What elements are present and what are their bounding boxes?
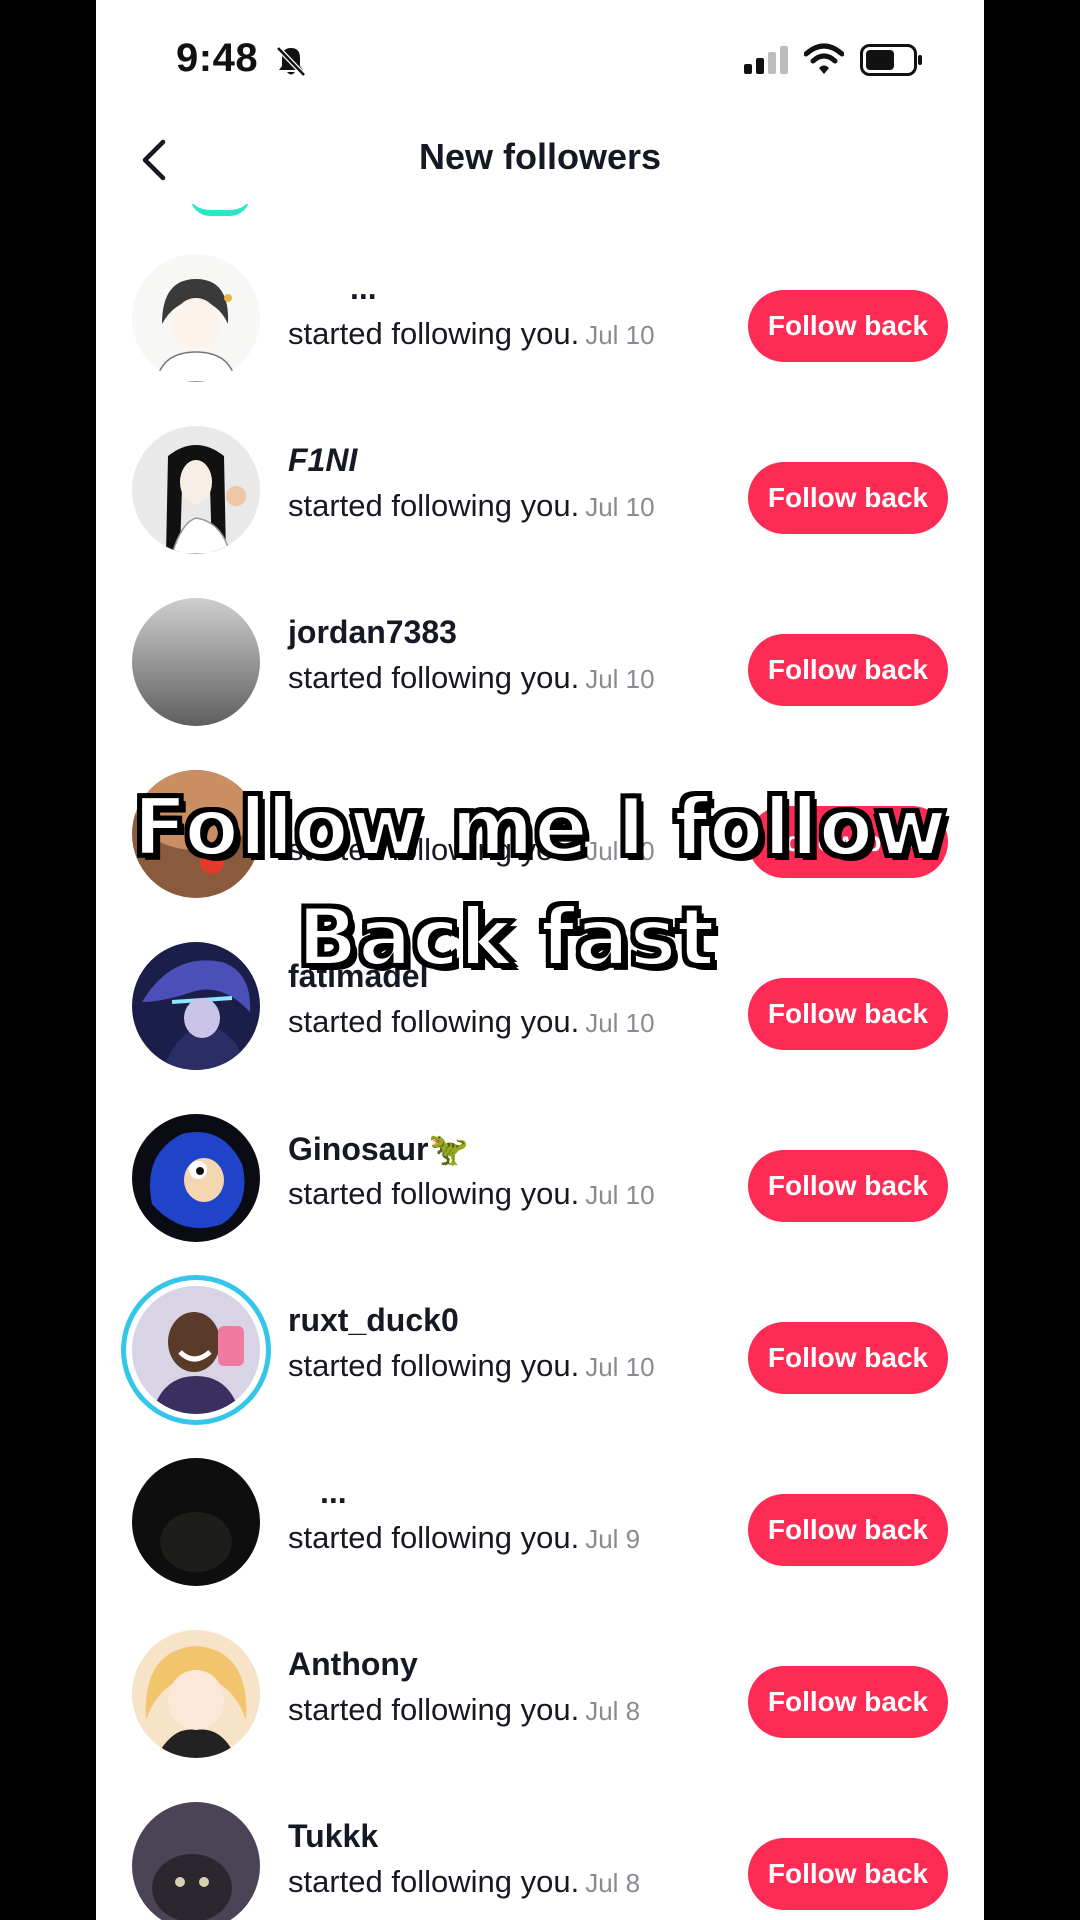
follow-notice: started following you. Jul 10	[288, 1004, 655, 1040]
date-text: Jul 8	[585, 1868, 641, 1898]
follow-notice: started following you. Jul 10	[288, 316, 655, 352]
cellular-signal-icon	[744, 46, 788, 74]
followers-list: ... started following you. Jul 10 Follow …	[96, 0, 984, 1920]
avatar[interactable]	[132, 426, 260, 554]
date-text: Jul 10	[585, 836, 655, 866]
username[interactable]: ...	[350, 270, 377, 307]
username[interactable]: fatimadel	[288, 958, 428, 995]
avatar[interactable]	[132, 942, 260, 1070]
avatar[interactable]	[132, 1286, 260, 1414]
action-text: started following you.	[288, 1692, 580, 1727]
follower-row[interactable]: ruxt_duck0 started following you. Jul 10 …	[96, 1264, 984, 1436]
wifi-icon	[804, 43, 844, 74]
battery-icon	[860, 44, 922, 76]
date-text: Jul 9	[585, 1524, 641, 1554]
follow-back-button[interactable]: Follow back	[748, 806, 948, 878]
action-text: started following you.	[288, 1348, 580, 1383]
follow-back-button[interactable]: Follow back	[748, 1494, 948, 1566]
follower-row[interactable]: started following you. Jul 10 Follow back	[96, 748, 984, 920]
action-text: started following you.	[288, 1176, 580, 1211]
avatar[interactable]	[132, 1458, 260, 1586]
follow-notice: started following you. Jul 10	[288, 660, 655, 696]
avatar[interactable]	[132, 1630, 260, 1758]
action-text: started following you.	[288, 488, 580, 523]
avatar[interactable]	[132, 1802, 260, 1920]
username[interactable]: ruxt_duck0	[288, 1302, 459, 1339]
action-text: started following you.	[288, 1864, 580, 1899]
bell-slash-icon	[276, 46, 306, 77]
date-text: Jul 10	[585, 1352, 655, 1382]
follow-back-button[interactable]: Follow back	[748, 290, 948, 362]
follower-row[interactable]: Anthony started following you. Jul 8 Foll…	[96, 1608, 984, 1780]
follower-row[interactable]: F1NI started following you. Jul 10 Follow…	[96, 404, 984, 576]
action-text: started following you.	[288, 316, 580, 351]
date-text: Jul 10	[585, 492, 655, 522]
follow-back-button[interactable]: Follow back	[748, 634, 948, 706]
avatar[interactable]	[132, 598, 260, 726]
username[interactable]: jordan7383	[288, 614, 457, 651]
date-text: Jul 10	[585, 1008, 655, 1038]
date-text: Jul 10	[585, 664, 655, 694]
follow-notice: started following you. Jul 10	[288, 1348, 655, 1384]
app-screen: ... started following you. Jul 10 Follow …	[96, 0, 984, 1920]
status-time: 9:48	[176, 36, 259, 80]
follower-row[interactable]: Tukkk started following you. Jul 8 Follow…	[96, 1780, 984, 1920]
date-text: Jul 10	[585, 1180, 655, 1210]
avatar[interactable]	[132, 1114, 260, 1242]
follower-row[interactable]: ... started following you. Jul 10 Follow …	[96, 232, 984, 404]
avatar[interactable]	[132, 770, 260, 898]
follow-notice: started following you. Jul 8	[288, 1692, 640, 1728]
follower-row[interactable]: ... started following you. Jul 9 Follow b…	[96, 1436, 984, 1608]
follow-back-button[interactable]: Follow back	[748, 1666, 948, 1738]
status-bar: 9:48	[96, 0, 984, 120]
date-text: Jul 8	[585, 1696, 641, 1726]
follow-back-button[interactable]: Follow back	[748, 1322, 948, 1394]
action-text: started following you.	[288, 1004, 580, 1039]
username[interactable]: F1NI	[288, 442, 357, 479]
follow-notice: started following you. Jul 8	[288, 1864, 640, 1900]
date-text: Jul 10	[585, 320, 655, 350]
follower-row[interactable]: fatimadel started following you. Jul 10 F…	[96, 920, 984, 1092]
follow-notice: started following you. Jul 10	[288, 832, 655, 868]
action-text: started following you.	[288, 1520, 580, 1555]
username[interactable]: Tukkk	[288, 1818, 378, 1855]
follower-row[interactable]: jordan7383 started following you. Jul 10 …	[96, 576, 984, 748]
username[interactable]: ...	[320, 1474, 347, 1511]
action-text: started following you.	[288, 660, 580, 695]
avatar[interactable]	[132, 254, 260, 382]
follow-back-button[interactable]: Follow back	[748, 462, 948, 534]
follow-back-button[interactable]: Follow back	[748, 1838, 948, 1910]
follow-notice: started following you. Jul 9	[288, 1520, 640, 1556]
follow-back-button[interactable]: Follow back	[748, 978, 948, 1050]
action-text: started following you.	[288, 832, 580, 867]
follow-notice: started following you. Jul 10	[288, 1176, 655, 1212]
follow-notice: started following you. Jul 10	[288, 488, 655, 524]
page-title: New followers	[418, 136, 662, 177]
username[interactable]: Anthony	[288, 1646, 418, 1683]
header-bar: New followers	[96, 120, 984, 204]
username[interactable]: Ginosaur🦖	[288, 1130, 468, 1168]
follower-row[interactable]: Ginosaur🦖 started following you. Jul 10 F…	[96, 1092, 984, 1264]
follow-back-button[interactable]: Follow back	[748, 1150, 948, 1222]
